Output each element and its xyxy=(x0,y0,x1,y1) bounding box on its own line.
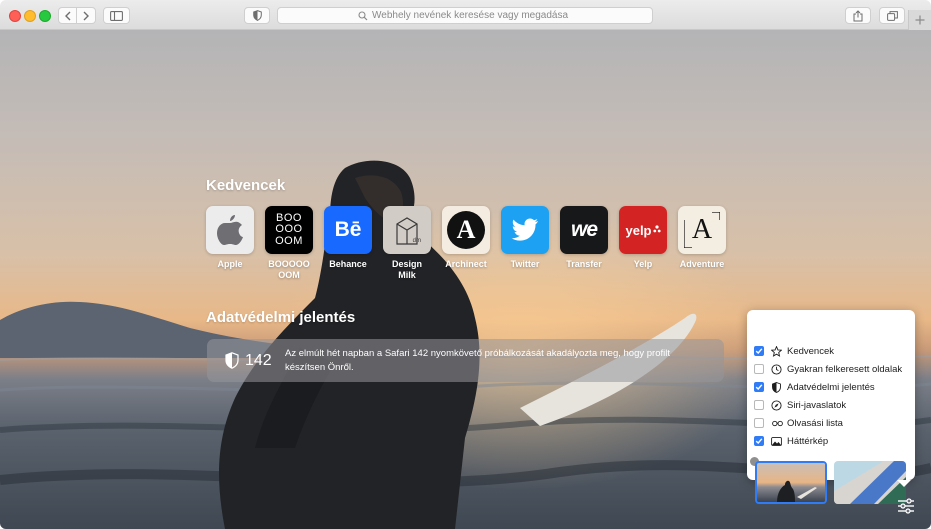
favorite-label: BOOOOO OOM xyxy=(268,259,310,280)
favorite-label: Yelp xyxy=(633,259,653,269)
privacy-report-button[interactable] xyxy=(244,7,270,24)
option-privacy-report[interactable]: Adatvédelmi jelentés xyxy=(754,379,875,395)
design-milk-icon: dm xyxy=(383,206,431,254)
option-label: Adatvédelmi jelentés xyxy=(787,381,875,393)
background-image-checkbox[interactable] xyxy=(754,436,764,446)
option-frequently-visited[interactable]: Gyakran felkeresett oldalak xyxy=(754,361,902,377)
customize-start-page-popover: Kedvencek Gyakran felkeresett oldalak Ad… xyxy=(747,310,915,504)
favorite-adventure[interactable]: A Adventure xyxy=(678,206,726,270)
tracker-count: 142 xyxy=(245,351,272,369)
option-background-image[interactable]: Háttérkép xyxy=(754,433,828,449)
option-label: Gyakran felkeresett oldalak xyxy=(787,363,903,375)
favorite-twitter[interactable]: Twitter xyxy=(501,206,549,270)
search-icon xyxy=(358,10,368,20)
background-thumbnail-surfer[interactable] xyxy=(755,461,827,504)
privacy-report-text: Az elmúlt hét napban a Safari 142 nyomkö… xyxy=(285,347,670,373)
favorite-label: Archinect xyxy=(445,259,487,269)
glasses-icon xyxy=(772,420,783,426)
chevron-right-icon xyxy=(83,11,89,20)
yelp-icon: yelp xyxy=(619,206,667,254)
option-favorites[interactable]: Kedvencek xyxy=(754,343,834,359)
toolbar xyxy=(0,0,931,30)
shield-icon xyxy=(772,381,781,393)
tabs-icon xyxy=(886,10,898,21)
close-window-button[interactable] xyxy=(9,10,21,22)
image-icon xyxy=(771,436,782,446)
zoom-window-button[interactable] xyxy=(39,10,51,22)
favorite-label: Transfer xyxy=(566,259,602,269)
address-bar[interactable] xyxy=(277,7,653,24)
forward-button[interactable] xyxy=(77,7,96,24)
back-button[interactable] xyxy=(58,7,77,24)
star-icon xyxy=(771,345,782,357)
favorite-label: Twitter xyxy=(510,259,540,269)
adventure-icon: A xyxy=(678,206,726,254)
privacy-report-checkbox[interactable] xyxy=(754,382,764,392)
favorites-title: Kedvencek xyxy=(206,177,286,194)
favorite-label: Behance xyxy=(329,259,367,269)
customize-settings-icon[interactable] xyxy=(896,496,916,516)
minimize-window-button[interactable] xyxy=(24,10,36,22)
shield-icon xyxy=(252,10,262,21)
option-label: Kedvencek xyxy=(787,345,835,357)
favorite-booooooom[interactable]: BOO OOO OOM BOOOOO OOM xyxy=(265,206,313,281)
favorite-yelp[interactable]: yelp Yelp xyxy=(619,206,667,270)
archinect-icon: A xyxy=(442,206,490,254)
share-button[interactable] xyxy=(845,7,871,24)
booooooom-icon: BOO OOO OOM xyxy=(265,206,313,254)
favorite-behance[interactable]: Bē Behance xyxy=(324,206,372,270)
option-reading-list[interactable]: Olvasási lista xyxy=(754,415,843,431)
wetransfer-icon: we xyxy=(560,206,608,254)
sidebar-button[interactable] xyxy=(103,7,130,24)
option-siri-suggestions[interactable]: Siri-javaslatok xyxy=(754,397,846,413)
chevron-left-icon xyxy=(64,11,70,20)
checkmark-icon xyxy=(755,384,763,391)
option-label: Siri-javaslatok xyxy=(787,399,847,411)
compass-icon xyxy=(771,399,782,411)
twitter-icon xyxy=(501,206,549,254)
start-page: Kedvencek Apple BOO OOO OOM BOOOOO OOM B… xyxy=(0,30,931,529)
new-tab-button[interactable] xyxy=(908,10,931,30)
shield-icon xyxy=(225,352,239,369)
favorite-label: Design Milk xyxy=(391,259,422,280)
option-label: Háttérkép xyxy=(787,435,829,447)
address-input[interactable] xyxy=(372,10,572,21)
favorite-archinect[interactable]: A Archinect xyxy=(442,206,490,270)
favorite-label: Apple xyxy=(217,259,243,269)
sidebar-icon xyxy=(110,10,123,21)
siri-suggestions-checkbox[interactable] xyxy=(754,400,764,410)
apple-icon xyxy=(206,206,254,254)
favorite-design-milk[interactable]: dm Design Milk xyxy=(383,206,431,281)
privacy-report-title: Adatvédelmi jelentés xyxy=(206,309,356,326)
privacy-report-card[interactable]: 142 Az elmúlt hét napban a Safari 142 ny… xyxy=(207,339,724,382)
checkmark-icon xyxy=(755,438,763,445)
favorite-wetransfer[interactable]: we Transfer xyxy=(560,206,608,270)
plus-icon xyxy=(915,15,925,25)
safari-window: Kedvencek Apple BOO OOO OOM BOOOOO OOM B… xyxy=(0,0,931,529)
clock-icon xyxy=(771,363,782,375)
favorites-checkbox[interactable] xyxy=(754,346,764,356)
share-icon xyxy=(853,9,863,21)
show-tabs-button[interactable] xyxy=(879,7,905,24)
behance-icon: Bē xyxy=(324,206,372,254)
reading-list-checkbox[interactable] xyxy=(754,418,764,428)
favorite-apple[interactable]: Apple xyxy=(206,206,254,270)
favorite-label: Adventure xyxy=(679,259,725,269)
frequently-visited-checkbox[interactable] xyxy=(754,364,764,374)
checkmark-icon xyxy=(755,348,763,355)
option-label: Olvasási lista xyxy=(787,417,843,429)
